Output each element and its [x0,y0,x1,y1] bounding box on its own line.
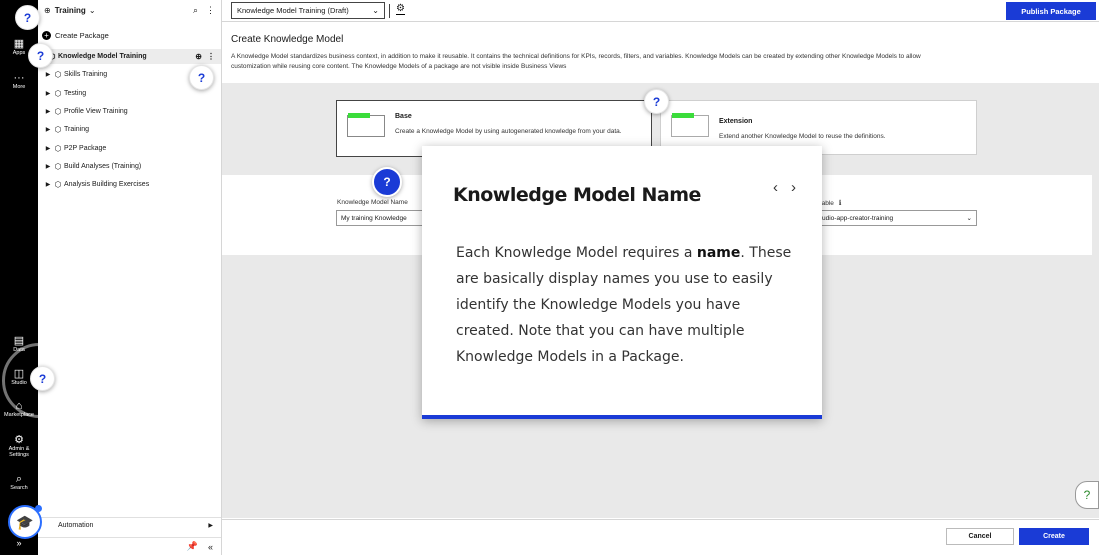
collapse-icon[interactable]: « [208,542,213,552]
info-icon[interactable]: ℹ [839,200,842,207]
tree-node[interactable]: ▶ ⬡ Profile View Training [38,104,221,119]
create-button[interactable]: Create [1019,528,1089,545]
chevron-down-icon[interactable]: ⌄ [89,6,96,15]
package-icon: ⬡ [54,107,62,116]
add-icon[interactable]: ⊕ [195,52,202,61]
chevron-down-icon: ⌄ [372,6,379,15]
plus-icon: + [42,31,51,40]
publish-package-button[interactable]: Publish Package [1006,2,1096,20]
help-marker[interactable]: ? [644,89,669,114]
package-icon: ⬡ [54,144,62,153]
help-marker[interactable]: ? [189,65,214,90]
package-icon: ⬡ [54,70,62,79]
chevron-left-icon[interactable]: ‹ [773,179,778,196]
settings-icon[interactable]: ⚙ [396,3,405,15]
tree-node[interactable]: ⬡ Knowledge Model Training ⊕ ⋮ [38,49,221,64]
kebab-menu-icon[interactable]: ⋮ [206,5,215,16]
chevron-down-icon: ⌄ [966,215,972,222]
tree-node[interactable]: ▶ ⬡ P2P Package [38,141,221,156]
name-field[interactable]: My training Knowledge [336,210,426,226]
data-icon: ▤ [13,335,25,347]
chevron-right-icon[interactable]: › [791,179,796,196]
left-rail: ▦ Apps ··· More ▤ Data ◫ Studio ⌂ Market… [0,0,38,555]
page-title: Create Knowledge Model [231,34,344,45]
caret-right-icon: ▶ [45,109,51,115]
name-field-label: Knowledge Model Name [337,199,408,206]
divider [389,4,390,18]
base-thumbnail-icon [347,113,385,137]
help-marker-active[interactable]: ? [372,167,402,197]
search-icon: ⌕ [15,473,23,485]
automation-section[interactable]: Automation ▶ [38,517,221,533]
rail-more[interactable]: ··· More [0,72,38,90]
tree-header: ⊕ Training ⌄ ⌕ ⋮ [38,0,221,22]
tooltip-title: Knowledge Model Name [453,184,701,206]
notification-dot [35,505,42,512]
help-marker[interactable]: ? [28,43,53,68]
package-icon: ⬡ [54,180,62,189]
space-icon: ⊕ [44,6,51,15]
caret-right-icon: ▶ [45,182,51,188]
expand-rail-icon[interactable]: » [0,539,38,548]
search-icon[interactable]: ⌕ [193,5,198,16]
tree-bottom-bar: 📌 « [38,537,221,555]
grid-icon: ▦ [13,38,25,50]
caret-right-icon: ▶ [208,523,213,529]
caret-right-icon: ▶ [45,164,51,170]
page-description: A Knowledge Model standardizes business … [231,53,921,70]
help-marker[interactable]: ? [30,366,55,391]
tree-node[interactable]: ▶ ⬡ Build Analyses (Training) [38,159,221,174]
caret-right-icon: ▶ [45,91,51,97]
more-icon: ··· [13,72,25,84]
rail-search[interactable]: ⌕ Search [0,473,38,491]
kebab-menu-icon[interactable]: ⋮ [207,52,215,61]
guide-tooltip: Knowledge Model Name ‹ › Each Knowledge … [422,146,822,419]
footer-bar: Cancel Create [222,519,1099,555]
tree-node[interactable]: ▶ ⬡ Analysis Building Exercises [38,177,221,192]
caret-right-icon: ▶ [45,127,51,133]
tree-node[interactable]: ▶ ⬡ Testing [38,86,221,101]
graduation-cap-icon: 🎓 [16,513,34,530]
variable-select[interactable]: udio-app-creator-training ⌄ [817,210,977,226]
pin-icon[interactable]: 📌 [187,541,198,552]
package-icon: ⬡ [54,89,62,98]
package-icon: ⬡ [54,125,62,134]
caret-right-icon: ▶ [45,146,51,152]
tooltip-body: Each Knowledge Model requires a name. Th… [456,245,792,365]
rail-admin-settings[interactable]: ⚙ Admin & Settings [0,434,38,458]
package-selector[interactable]: Knowledge Model Training (Draft) ⌄ [231,2,385,19]
space-selector[interactable]: Training [55,6,86,15]
help-marker[interactable]: ? [15,5,40,30]
create-package-button[interactable]: + Create Package [42,31,109,40]
settings-icon: ⚙ [14,434,24,446]
extension-thumbnail-icon [671,113,709,137]
tree-node[interactable]: ▶ ⬡ Training [38,122,221,137]
cancel-button[interactable]: Cancel [946,528,1014,545]
package-icon: ⬡ [54,162,62,171]
assistant-avatar[interactable]: 🎓 [8,505,42,539]
help-side-icon[interactable]: ? [1075,481,1099,509]
caret-right-icon: ▶ [45,72,51,78]
top-bar: Knowledge Model Training (Draft) ⌄ ⚙ Pub… [222,0,1099,22]
